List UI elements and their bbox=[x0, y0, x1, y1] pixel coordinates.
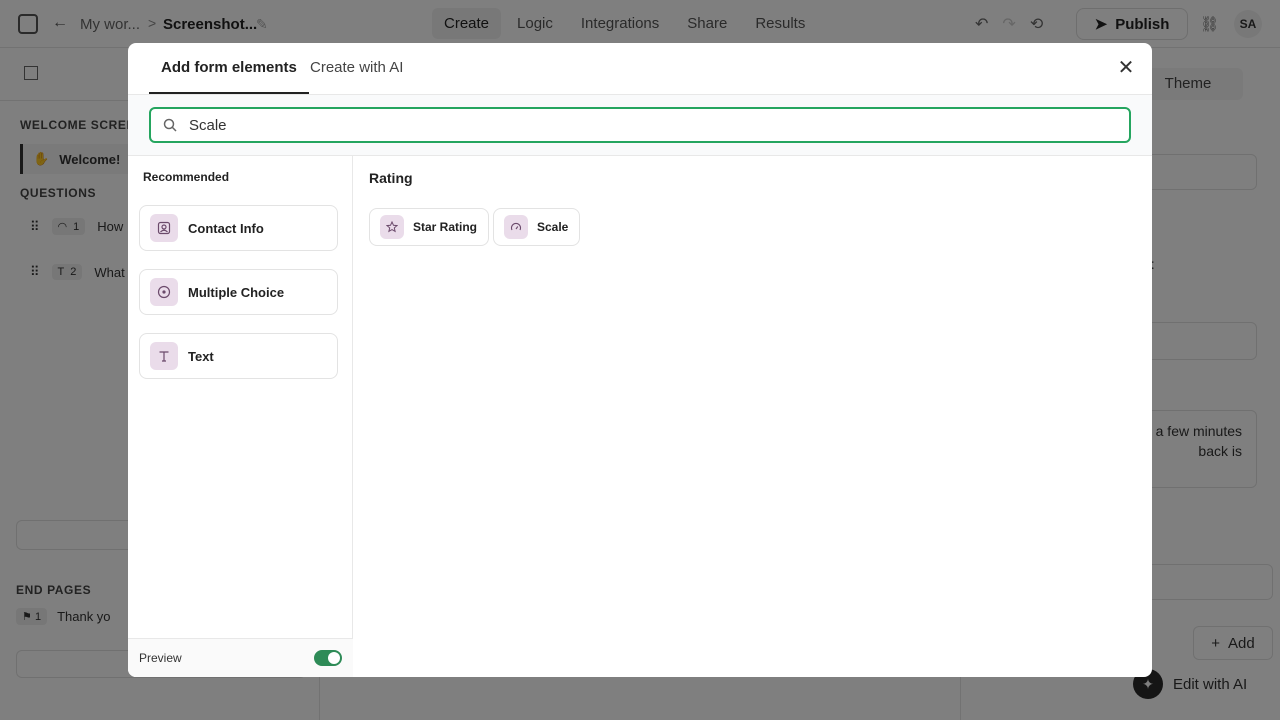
gauge-icon bbox=[504, 215, 528, 239]
tab-create-with-ai[interactable]: Create with AI bbox=[298, 43, 415, 94]
element-multiple-choice[interactable]: Multiple Choice bbox=[139, 269, 338, 315]
result-group-title: Rating bbox=[369, 170, 413, 186]
element-scale[interactable]: Scale bbox=[493, 208, 581, 246]
text-t-icon bbox=[150, 342, 178, 370]
preview-toggle[interactable] bbox=[314, 650, 342, 666]
preview-bar: Preview bbox=[128, 638, 353, 677]
element-label: Star Rating bbox=[413, 220, 478, 234]
element-label: Scale bbox=[537, 220, 569, 234]
add-elements-modal: Add form elements Create with AI ✕ Recom… bbox=[128, 43, 1152, 677]
star-icon bbox=[380, 215, 404, 239]
element-contact-info[interactable]: Contact Info bbox=[139, 205, 338, 251]
preview-label: Preview bbox=[139, 651, 182, 665]
close-icon[interactable]: ✕ bbox=[1114, 56, 1138, 80]
search-area bbox=[128, 95, 1152, 156]
contact-card-icon bbox=[150, 214, 178, 242]
element-label: Contact Info bbox=[188, 220, 264, 236]
modal-tab-bar: Add form elements Create with AI ✕ bbox=[128, 43, 1152, 95]
search-results: Rating Star Rating Scale bbox=[353, 156, 1152, 677]
search-input[interactable] bbox=[189, 116, 1089, 134]
radio-circle-icon bbox=[150, 278, 178, 306]
tab-add-form-elements[interactable]: Add form elements bbox=[149, 43, 309, 94]
element-star-rating[interactable]: Star Rating bbox=[369, 208, 490, 246]
search-icon bbox=[163, 118, 177, 132]
toggle-knob bbox=[328, 652, 340, 664]
element-text[interactable]: Text bbox=[139, 333, 338, 379]
search-box[interactable] bbox=[149, 107, 1131, 143]
recommended-label: Recommended bbox=[143, 170, 230, 184]
element-label: Multiple Choice bbox=[188, 284, 285, 300]
element-label: Text bbox=[188, 348, 214, 364]
recommended-sidebar: Recommended Contact Info Multiple Choice… bbox=[128, 156, 353, 677]
